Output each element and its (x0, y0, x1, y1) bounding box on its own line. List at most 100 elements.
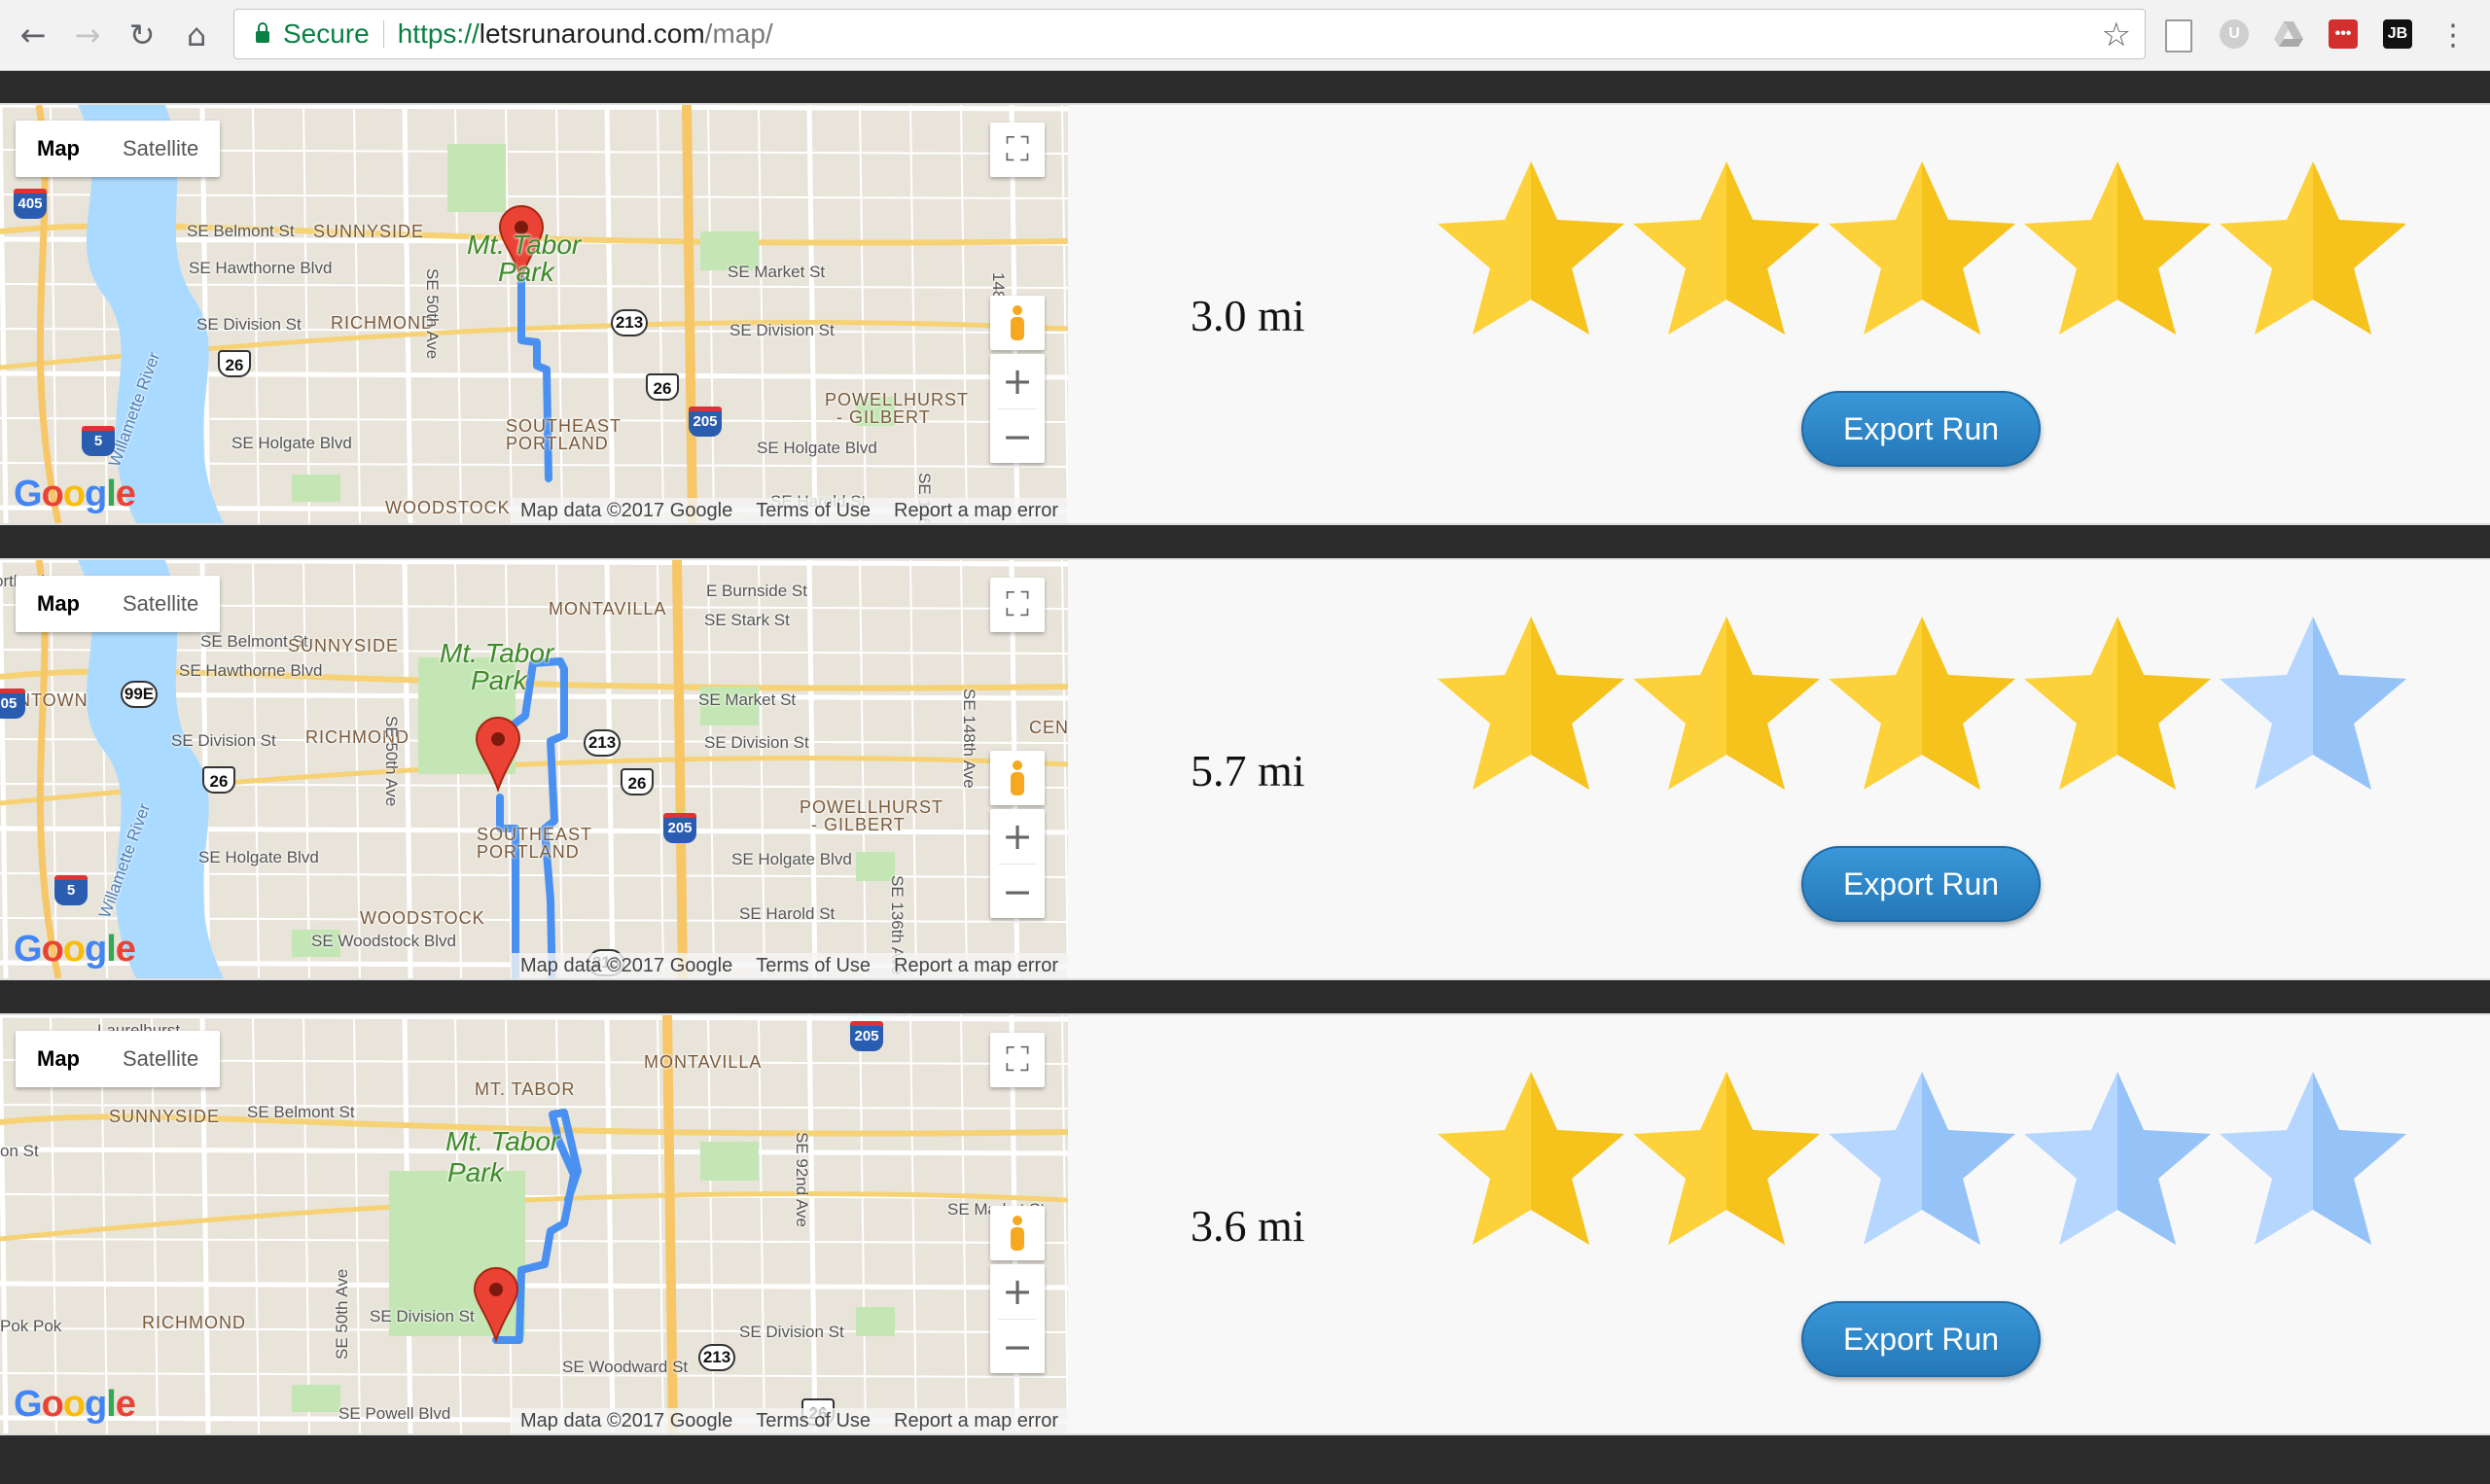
back-icon[interactable]: ← (12, 14, 54, 56)
jb-icon[interactable]: JB (2383, 19, 2412, 49)
map-label: SE Woodward St (562, 1358, 689, 1376)
interstate-shield-icon: 5 (82, 426, 115, 456)
star-filled-icon[interactable] (1825, 152, 2019, 346)
interstate-shield-icon: 05 (0, 689, 25, 719)
map-label: RICHMOND (142, 1313, 246, 1332)
star-filled-icon[interactable] (1629, 152, 1824, 346)
shield-icon[interactable]: U (2220, 19, 2249, 49)
star-filled-icon[interactable] (2020, 152, 2215, 346)
browser-toolbar: ← → ↻ ⌂ Secure https://letsrunaround.com… (0, 0, 2490, 71)
export-run-button[interactable]: Export Run (1801, 1301, 2041, 1377)
map-data-text: Map data ©2017 Google (519, 954, 733, 976)
map-label: Mt. Tabor (445, 1126, 560, 1156)
map-label: SE 50th Ave (423, 268, 442, 360)
pegman-icon[interactable] (990, 1206, 1045, 1260)
fullscreen-icon[interactable]: ⛶ (990, 1033, 1045, 1087)
map-label: SE Division St (704, 733, 809, 752)
route-map[interactable]: SE Belmont St SUNNYSIDE Mt. Tabor Park SE Ha… (0, 105, 1068, 523)
zoom-in-button[interactable]: + (990, 354, 1045, 408)
route-map[interactable]: LaurelhurstParkMONTAVILLAMT. TABORSUNNYS… (0, 1015, 1068, 1433)
zoom-out-button[interactable]: − (990, 409, 1045, 464)
map-label: SE Holgate Blvd (757, 439, 877, 457)
home-icon[interactable]: ⌂ (175, 14, 218, 56)
map-label: SE Woodstock Blvd (311, 932, 456, 950)
map-type-map-button[interactable]: Map (16, 576, 101, 632)
address-bar[interactable]: Secure https://letsrunaround.com/map/ ☆ (233, 9, 2146, 59)
google-logo[interactable]: Google (14, 474, 136, 515)
star-empty-icon[interactable] (1825, 1062, 2019, 1256)
map-label: SE Division St (196, 315, 302, 334)
terms-link[interactable]: Terms of Use (756, 500, 871, 522)
star-filled-icon[interactable] (2020, 607, 2215, 801)
star-filled-icon[interactable] (1434, 1062, 1628, 1256)
report-error-link[interactable]: Report a map error (894, 500, 1058, 522)
star-filled-icon[interactable] (2216, 152, 2410, 346)
route-map[interactable]: ortlandE Burnside StSE Stark StMONTAVILL… (0, 560, 1068, 978)
map-attribution: Map data ©2017 Google Terms of Use Repor… (510, 1408, 1068, 1433)
fullscreen-icon[interactable]: ⛶ (990, 123, 1045, 177)
map-label: Park (498, 257, 554, 287)
run-distance: 5.7 mi (1191, 746, 1305, 795)
zoom-out-button[interactable]: − (990, 865, 1045, 919)
us-route-shield-icon: 26 (646, 373, 679, 401)
map-label: Park (447, 1157, 504, 1187)
star-filled-icon[interactable] (1434, 152, 1628, 346)
url-text[interactable]: https://letsrunaround.com/map/ (398, 18, 773, 50)
zoom-control: + − (990, 809, 1045, 918)
bookmark-star-icon[interactable]: ☆ (2102, 16, 2131, 54)
star-filled-icon[interactable] (1629, 607, 1824, 801)
url-protocol: https:// (397, 18, 480, 49)
star-filled-icon[interactable] (1825, 607, 2019, 801)
google-logo[interactable]: Google (14, 929, 136, 971)
map-label: SE 50th Ave (382, 716, 401, 807)
drive-icon[interactable] (2274, 19, 2303, 49)
star-filled-icon[interactable] (1629, 1062, 1824, 1256)
terms-link[interactable]: Terms of Use (756, 1410, 871, 1432)
map-label: SE Holgate Blvd (231, 434, 352, 452)
export-run-button[interactable]: Export Run (1801, 846, 2041, 922)
run-card: LaurelhurstParkMONTAVILLAMT. TABORSUNNYS… (0, 1013, 2490, 1435)
star-filled-icon[interactable] (1434, 607, 1628, 801)
pegman-icon[interactable] (990, 751, 1045, 805)
star-empty-icon[interactable] (2216, 1062, 2410, 1256)
state-route-shield-icon: 99E (121, 681, 158, 708)
map-label: SE Division St (739, 1323, 844, 1341)
map-type-map-button[interactable]: Map (16, 1031, 101, 1087)
star-empty-icon[interactable] (2020, 1062, 2215, 1256)
zoom-in-button[interactable]: + (990, 1264, 1045, 1319)
map-label: - GILBERT (836, 407, 931, 427)
map-label: SUNNYSIDE (288, 636, 400, 655)
forward-icon[interactable]: → (66, 14, 109, 56)
report-error-link[interactable]: Report a map error (894, 1410, 1058, 1432)
map-type-satellite-button[interactable]: Satellite (101, 121, 220, 177)
lastpass-icon[interactable]: ••• (2329, 19, 2358, 49)
page-icon[interactable] (2165, 19, 2192, 53)
terms-link[interactable]: Terms of Use (756, 955, 871, 977)
report-error-link[interactable]: Report a map error (894, 955, 1058, 977)
map-label: PORTLAND (477, 842, 580, 862)
url-path: /map/ (704, 18, 773, 49)
map-type-map-button[interactable]: Map (16, 121, 101, 177)
export-run-button[interactable]: Export Run (1801, 391, 2041, 467)
zoom-out-button[interactable]: − (990, 1320, 1045, 1374)
google-logo[interactable]: Google (14, 1384, 136, 1426)
map-label: SE 92nd Ave (793, 1132, 811, 1227)
map-label: SE Market St (698, 690, 797, 709)
map-label: SE Stark St (704, 611, 790, 629)
reload-icon[interactable]: ↻ (121, 14, 163, 56)
star-empty-icon[interactable] (2216, 607, 2410, 801)
state-route-shield-icon: 213 (698, 1344, 735, 1371)
map-type-control: Map Satellite (16, 1031, 221, 1087)
zoom-control: + − (990, 1264, 1045, 1373)
map-type-satellite-button[interactable]: Satellite (101, 576, 220, 632)
zoom-in-button[interactable]: + (990, 809, 1045, 864)
menu-icon[interactable]: ⋮ (2432, 14, 2474, 56)
interstate-shield-icon: 5 (54, 875, 88, 905)
run-distance: 3.6 mi (1191, 1201, 1305, 1251)
map-type-satellite-button[interactable]: Satellite (101, 1031, 220, 1087)
fullscreen-icon[interactable]: ⛶ (990, 578, 1045, 632)
pegman-icon[interactable] (990, 296, 1045, 350)
map-label: SE Division St (729, 321, 835, 339)
us-route-shield-icon: 26 (621, 768, 654, 795)
map-label: SUNNYSIDE (313, 222, 425, 241)
